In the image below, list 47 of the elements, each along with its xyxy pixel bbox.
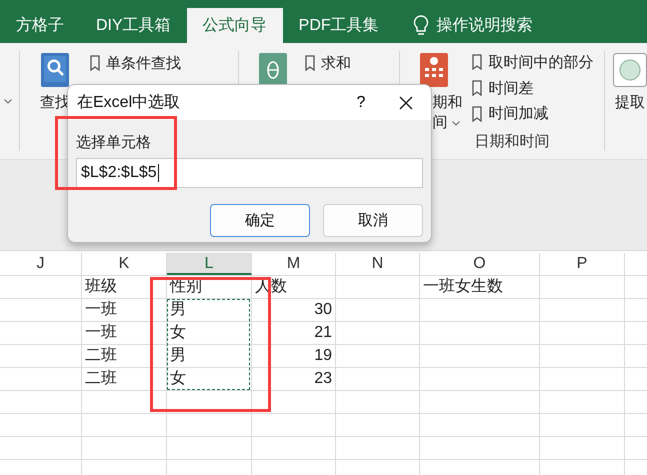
ribbon-tab[interactable]: 方格子 [0, 8, 80, 43]
dialog-title: 在Excel中选取 [77, 92, 182, 113]
date-button-label[interactable]: 间 [432, 113, 448, 133]
lightbulb-icon[interactable] [412, 14, 429, 36]
bookmark-icon [472, 54, 482, 70]
bookmark-icon [90, 55, 100, 71]
ribbon-command[interactable]: 求和 [321, 54, 352, 72]
table-cell: 21 [252, 322, 336, 344]
column-header[interactable]: L [167, 253, 252, 275]
ribbon-command[interactable]: 时间加减 [488, 104, 548, 124]
range-input-field[interactable]: $L$2:$L$5 [76, 158, 423, 188]
table-cell: 女 [167, 322, 252, 344]
extract-button-label[interactable]: 提取 [615, 93, 645, 112]
bookmark-icon [472, 80, 482, 96]
table-cell: 30 [252, 299, 336, 321]
date-button-label[interactable]: 期和 [432, 93, 462, 113]
group-label: 日期和时间 [474, 132, 550, 152]
table-cell: 二班 [82, 345, 167, 367]
table-cell: 19 [252, 345, 336, 367]
table-cell: 女 [167, 368, 252, 390]
table-cell: 男 [167, 299, 252, 321]
table-cell: 23 [252, 368, 336, 390]
table-cell: 一班 [82, 322, 167, 344]
search-book-icon[interactable] [40, 53, 69, 87]
dialog-button[interactable]: 取消 [323, 204, 423, 237]
ribbon-tab[interactable]: PDF工具集 [282, 8, 395, 43]
ribbon-command[interactable]: 时间差 [488, 78, 534, 98]
table-cell: 男 [167, 345, 252, 367]
table-cell: 二班 [82, 368, 167, 390]
ribbon-tab[interactable]: DIY工具箱 [80, 8, 187, 43]
table-cell: 一班 [82, 299, 167, 321]
bookmark-icon [472, 106, 482, 122]
dialog-button[interactable]: 确定 [210, 204, 310, 237]
ribbon-tab[interactable]: 公式向导 [186, 8, 283, 43]
chevron-down-icon[interactable] [4, 98, 12, 104]
theta-icon[interactable] [259, 53, 288, 87]
table-cell: 一班女生数 [420, 276, 540, 298]
ribbon-command[interactable]: 单条件查找 [106, 54, 181, 72]
tell-me-search[interactable]: 操作说明搜索 [436, 15, 533, 36]
calendar-icon[interactable] [420, 53, 448, 87]
field-label: 选择单元格 [76, 133, 152, 153]
chevron-down-icon[interactable] [452, 120, 460, 126]
bookmark-icon [305, 55, 316, 71]
ribbon-command[interactable]: 取时间中的部分 [488, 52, 594, 72]
table-cell: 班级 [82, 276, 167, 298]
help-button[interactable]: ? [341, 94, 381, 112]
close-icon[interactable] [399, 96, 413, 110]
